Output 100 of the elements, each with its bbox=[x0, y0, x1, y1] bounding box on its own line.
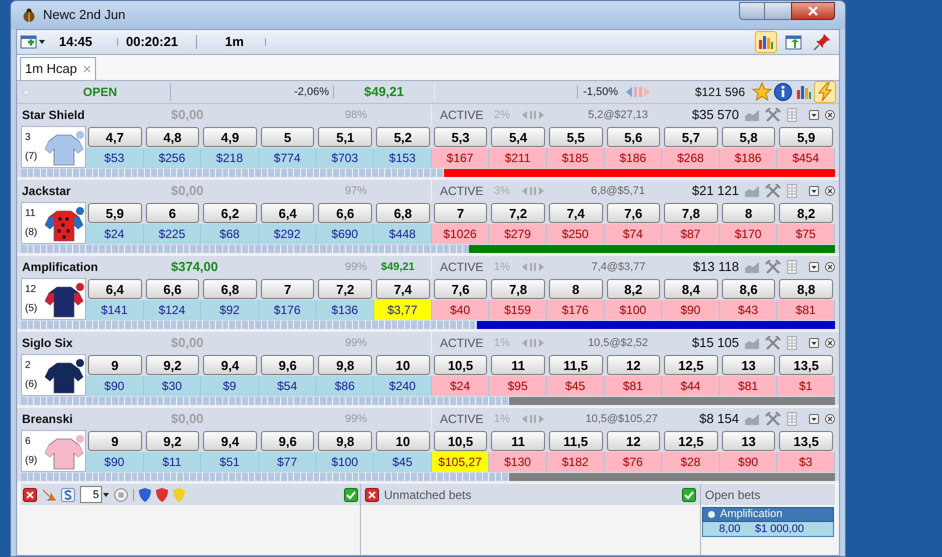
stop-icon[interactable] bbox=[114, 488, 128, 502]
line-chart-icon[interactable] bbox=[745, 337, 759, 349]
price-button[interactable]: 9,6 bbox=[260, 355, 314, 375]
info-icon[interactable] bbox=[773, 82, 793, 102]
price-button[interactable]: 12 bbox=[606, 431, 660, 451]
pause-icon[interactable] bbox=[530, 339, 536, 347]
pin-icon[interactable] bbox=[812, 32, 832, 52]
close-icon[interactable] bbox=[23, 488, 37, 502]
price-button[interactable]: 6,2 bbox=[203, 203, 257, 223]
price-button[interactable]: 5,4 bbox=[491, 127, 545, 147]
price-button[interactable]: 4,9 bbox=[203, 127, 257, 147]
price-button[interactable]: 4,7 bbox=[88, 127, 142, 147]
maximize-button[interactable] bbox=[765, 2, 791, 20]
lightning-icon[interactable] bbox=[815, 82, 835, 102]
tab[interactable]: 1m Hcap bbox=[20, 57, 96, 80]
price-button[interactable]: 5,6 bbox=[606, 127, 660, 147]
left-arrow-icon[interactable] bbox=[522, 111, 527, 119]
price-button[interactable]: 5,9 bbox=[88, 203, 142, 223]
price-button[interactable]: 6,6 bbox=[146, 279, 200, 299]
left-arrow-icon[interactable] bbox=[522, 263, 527, 271]
dropdown-icon[interactable] bbox=[809, 110, 819, 120]
close-icon[interactable] bbox=[825, 186, 835, 196]
price-button[interactable]: 10,5 bbox=[434, 355, 488, 375]
price-button[interactable]: 10 bbox=[376, 431, 430, 451]
price-button[interactable]: 6,8 bbox=[203, 279, 257, 299]
hammer-icon[interactable] bbox=[765, 108, 781, 122]
price-button[interactable]: 10 bbox=[376, 355, 430, 375]
price-button[interactable]: 9,6 bbox=[260, 431, 314, 451]
dropdown-icon[interactable] bbox=[809, 338, 819, 348]
line-chart-icon[interactable] bbox=[745, 261, 759, 273]
price-button[interactable]: 7,2 bbox=[491, 203, 545, 223]
close-icon[interactable] bbox=[825, 110, 835, 120]
price-button[interactable]: 5,5 bbox=[548, 127, 603, 147]
price-button[interactable]: 7,8 bbox=[664, 203, 718, 223]
ladder-icon[interactable] bbox=[787, 260, 797, 274]
price-button[interactable]: 13,5 bbox=[779, 431, 833, 451]
price-button[interactable]: 4,8 bbox=[146, 127, 200, 147]
dropdown-icon[interactable] bbox=[809, 262, 819, 272]
ladder-icon[interactable] bbox=[787, 184, 797, 198]
check-icon[interactable] bbox=[344, 488, 358, 502]
price-button[interactable]: 8,4 bbox=[664, 279, 718, 299]
ladder-icon[interactable] bbox=[787, 336, 797, 350]
price-button[interactable]: 8,8 bbox=[779, 279, 833, 299]
right-arrow-icon[interactable] bbox=[539, 111, 544, 119]
price-button[interactable]: 9,8 bbox=[318, 355, 372, 375]
price-button[interactable]: 5,8 bbox=[722, 127, 776, 147]
right-arrow-icon[interactable] bbox=[539, 415, 544, 423]
price-button[interactable]: 9 bbox=[88, 431, 142, 451]
close-button[interactable] bbox=[791, 2, 835, 20]
pause-icon[interactable] bbox=[530, 187, 536, 195]
stake-field[interactable]: 5 bbox=[80, 486, 102, 503]
left-arrow-icon[interactable] bbox=[626, 87, 632, 97]
price-button[interactable]: 9 bbox=[88, 355, 142, 375]
price-button[interactable]: 13 bbox=[722, 431, 776, 451]
price-button[interactable]: 7,2 bbox=[318, 279, 372, 299]
price-button[interactable]: 8,2 bbox=[779, 203, 833, 223]
price-button[interactable]: 8 bbox=[548, 279, 603, 299]
price-button[interactable]: 6,4 bbox=[260, 203, 314, 223]
price-button[interactable]: 7,8 bbox=[491, 279, 545, 299]
price-button[interactable]: 7 bbox=[434, 203, 488, 223]
price-button[interactable]: 9,4 bbox=[203, 355, 257, 375]
check-icon[interactable] bbox=[682, 488, 696, 502]
line-chart-icon[interactable] bbox=[745, 109, 759, 121]
price-button[interactable]: 5,9 bbox=[779, 127, 833, 147]
price-button[interactable]: 12,5 bbox=[664, 355, 718, 375]
price-button[interactable]: 7,4 bbox=[548, 203, 603, 223]
price-button[interactable]: 5,1 bbox=[318, 127, 372, 147]
price-button[interactable]: 9,2 bbox=[146, 431, 200, 451]
price-button[interactable]: 12 bbox=[606, 355, 660, 375]
price-button[interactable]: 5 bbox=[260, 127, 314, 147]
price-button[interactable]: 6 bbox=[146, 203, 200, 223]
dropdown-icon[interactable] bbox=[809, 414, 819, 424]
arrow-icon[interactable] bbox=[42, 488, 56, 502]
hammer-icon[interactable] bbox=[765, 260, 781, 274]
shield-icon[interactable] bbox=[156, 488, 168, 502]
close-icon[interactable] bbox=[825, 262, 835, 272]
pause-icon[interactable] bbox=[530, 263, 536, 271]
close-icon[interactable] bbox=[365, 488, 379, 502]
star-icon[interactable] bbox=[752, 82, 772, 102]
pause-icon[interactable] bbox=[530, 111, 536, 119]
price-button[interactable]: 11,5 bbox=[548, 431, 603, 451]
price-button[interactable]: 8,2 bbox=[606, 279, 660, 299]
close-icon[interactable] bbox=[825, 338, 835, 348]
price-button[interactable]: 9,4 bbox=[203, 431, 257, 451]
dropdown-icon[interactable] bbox=[809, 186, 819, 196]
price-button[interactable]: 11 bbox=[491, 355, 545, 375]
price-button[interactable]: 9,8 bbox=[318, 431, 372, 451]
bar-chart-icon[interactable] bbox=[756, 32, 776, 52]
price-button[interactable]: 7,6 bbox=[606, 203, 660, 223]
right-arrow-icon[interactable] bbox=[539, 339, 544, 347]
right-arrow-icon[interactable] bbox=[539, 187, 544, 195]
price-button[interactable]: 5,3 bbox=[434, 127, 488, 147]
pause-icon[interactable] bbox=[634, 87, 642, 97]
right-arrow-icon[interactable] bbox=[539, 263, 544, 271]
left-arrow-icon[interactable] bbox=[522, 415, 527, 423]
add-window-button[interactable] bbox=[20, 34, 45, 50]
price-button[interactable]: 7 bbox=[260, 279, 314, 299]
ladder-icon[interactable] bbox=[787, 412, 797, 426]
price-button[interactable]: 11 bbox=[491, 431, 545, 451]
left-arrow-icon[interactable] bbox=[522, 187, 527, 195]
